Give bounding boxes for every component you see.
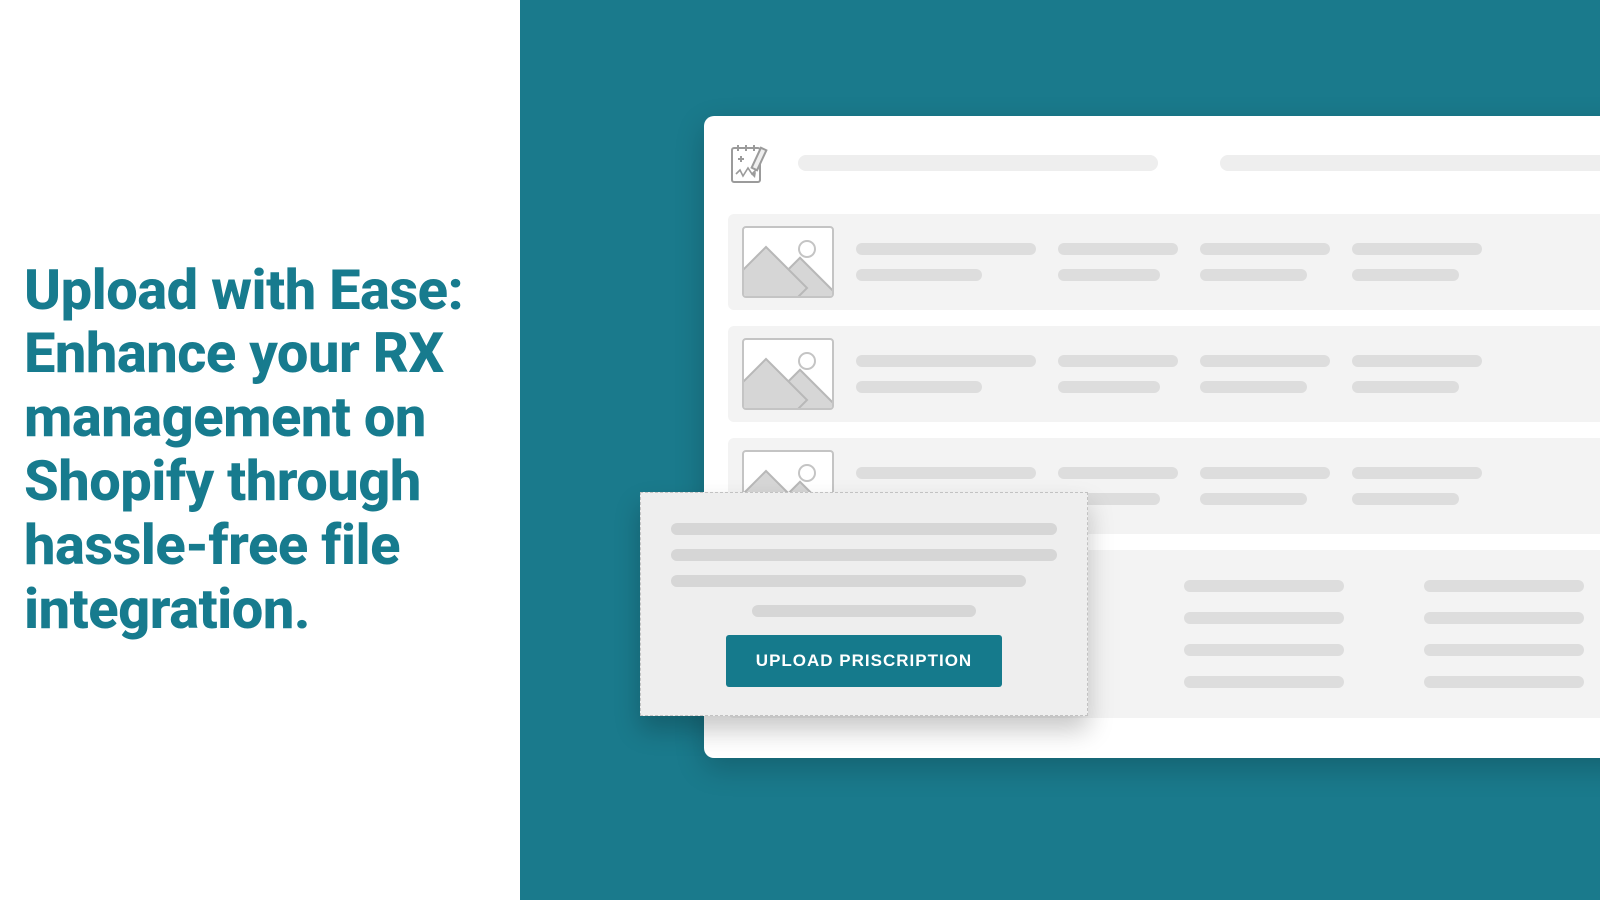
image-placeholder-icon: [742, 338, 834, 410]
marketing-text-panel: Upload with Ease: Enhance your RX manage…: [0, 0, 520, 900]
illustration-panel: UPLOAD PRISCRIPTION: [520, 0, 1600, 900]
popup-text-placeholder: [671, 523, 1057, 587]
upload-prescription-button[interactable]: UPLOAD PRISCRIPTION: [726, 635, 1002, 687]
header-placeholder-bar: [1220, 155, 1600, 171]
prescription-icon: [728, 140, 774, 186]
window-header: [728, 140, 1600, 214]
upload-popup: UPLOAD PRISCRIPTION: [640, 492, 1088, 716]
list-item: [728, 214, 1600, 310]
popup-text-placeholder: [752, 605, 976, 617]
image-placeholder-icon: [742, 226, 834, 298]
header-placeholder-bar: [798, 155, 1158, 171]
list-item: [728, 326, 1600, 422]
headline: Upload with Ease: Enhance your RX manage…: [24, 259, 492, 642]
